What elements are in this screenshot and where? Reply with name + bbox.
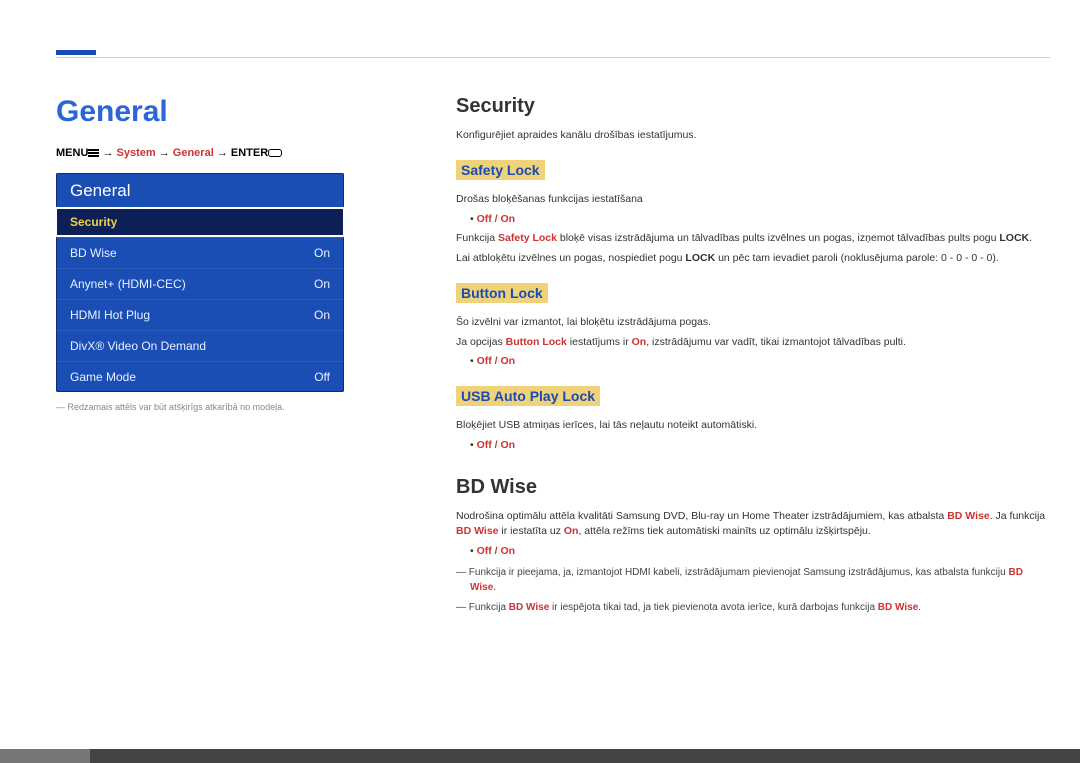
off-on-text: Off / On [477, 355, 516, 367]
button-lock-p1: Šo izvēlni var izmantot, lai bloķētu izs… [456, 315, 1050, 331]
menu-item-label: Anynet+ (HDMI-CEC) [70, 277, 186, 291]
t-red: BD Wise [878, 602, 918, 613]
enter-icon [268, 149, 282, 157]
off-on-text: Off / On [477, 213, 516, 225]
t-red: BD Wise [456, 525, 499, 537]
t-red: On [632, 336, 647, 348]
header-rule [56, 57, 1050, 58]
t-bold: LOCK [999, 232, 1029, 244]
menu-item-label: DivX® Video On Demand [70, 339, 206, 353]
t: Ja opcijas [456, 336, 506, 348]
t: . [918, 602, 921, 613]
osd-menu-title: General [56, 173, 344, 207]
off-on-text: Off / On [477, 439, 516, 451]
safety-lock-desc: Drošas bloķēšanas funkcijas iestatīšana [456, 192, 1050, 208]
t: , attēla režīms tiek automātiski mainīts… [578, 525, 870, 537]
breadcrumb-arrow: → [217, 147, 231, 159]
menu-item-value: On [314, 277, 330, 291]
t-red: BD Wise [509, 602, 549, 613]
breadcrumb-arrow: → [159, 147, 173, 159]
menu-item-value: On [314, 246, 330, 260]
menu-item-value: Off [314, 370, 330, 384]
bdwise-note2: Funkcija BD Wise ir iespējota tikai tad,… [456, 600, 1050, 615]
menu-item-label: HDMI Hot Plug [70, 308, 150, 322]
menu-icon [88, 149, 99, 157]
menu-item-divx[interactable]: DivX® Video On Demand [56, 330, 344, 361]
bottom-scrollbar[interactable] [0, 749, 1080, 763]
bdwise-note1: Funkcija ir pieejama, ja, izmantojot HDM… [456, 565, 1050, 595]
t: bloķē visas izstrādājuma un tālvadības p… [557, 232, 999, 244]
t-bold: LOCK [685, 252, 715, 264]
off-on-text: Off / On [477, 545, 516, 557]
breadcrumb-general: General [173, 147, 214, 159]
menu-item-label: BD Wise [70, 246, 117, 260]
t: Funkcija [469, 602, 509, 613]
menu-item-gamemode[interactable]: Game Mode Off [56, 361, 344, 392]
menu-item-security[interactable]: Security [55, 207, 345, 237]
t: . Ja funkcija [990, 510, 1045, 522]
menu-item-value: On [314, 308, 330, 322]
menu-item-label: Security [70, 215, 117, 229]
breadcrumb-menu: MENU [56, 147, 88, 159]
button-lock-p2: Ja opcijas Button Lock iestatījums ir On… [456, 335, 1050, 351]
breadcrumb-system: System [117, 147, 156, 159]
subheading-safety-lock: Safety Lock [456, 160, 545, 180]
t: , izstrādājumu var vadīt, tikai izmantoj… [646, 336, 906, 348]
t-red: Safety Lock [498, 232, 557, 244]
t: un pēc tam ievadiet paroli (noklusējuma … [715, 252, 999, 264]
t: . [493, 582, 496, 593]
bdwise-para: Nodrošina optimālu attēla kvalitāti Sams… [456, 509, 1050, 541]
security-intro: Konfigurējiet apraides kanālu drošības i… [456, 128, 1050, 144]
breadcrumb-arrow: → [102, 147, 116, 159]
menu-item-hdmi-hotplug[interactable]: HDMI Hot Plug On [56, 299, 344, 330]
bdwise-options: Off / On [456, 544, 1050, 560]
safety-lock-para3: Lai atbloķētu izvēlnes un pogas, nospied… [456, 251, 1050, 267]
t: Nodrošina optimālu attēla kvalitāti Sams… [456, 510, 947, 522]
button-lock-options: Off / On [456, 354, 1050, 370]
menu-item-bdwise[interactable]: BD Wise On [56, 237, 344, 268]
subheading-usb-lock: USB Auto Play Lock [456, 386, 600, 406]
menu-item-anynet[interactable]: Anynet+ (HDMI-CEC) On [56, 268, 344, 299]
section-heading-bdwise: BD Wise [456, 476, 1050, 499]
safety-lock-options: Off / On [456, 212, 1050, 228]
t: Funkcija [456, 232, 498, 244]
header-color-mark [56, 50, 96, 55]
breadcrumb-enter: ENTER [231, 147, 268, 159]
menu-item-label: Game Mode [70, 370, 136, 384]
t: ir iestatīta uz [499, 525, 564, 537]
section-heading-security: Security [456, 95, 1050, 118]
t: Funkcija ir pieejama, ja, izmantojot HDM… [469, 567, 1009, 578]
t: . [1029, 232, 1032, 244]
t-red: BD Wise [947, 510, 990, 522]
osd-menu-panel: General Security BD Wise On Anynet+ (HDM… [56, 173, 344, 392]
t: Lai atbloķētu izvēlnes un pogas, nospied… [456, 252, 685, 264]
t-red: On [564, 525, 579, 537]
usb-lock-p1: Bloķējiet USB atmiņas ierīces, lai tās n… [456, 418, 1050, 434]
t: iestatījums ir [567, 336, 632, 348]
safety-lock-para2: Funkcija Safety Lock bloķē visas izstrād… [456, 231, 1050, 247]
subheading-button-lock: Button Lock [456, 283, 548, 303]
t: ir iespējota tikai tad, ja tiek pievieno… [549, 602, 878, 613]
t-red: Button Lock [506, 336, 567, 348]
usb-lock-options: Off / On [456, 438, 1050, 454]
